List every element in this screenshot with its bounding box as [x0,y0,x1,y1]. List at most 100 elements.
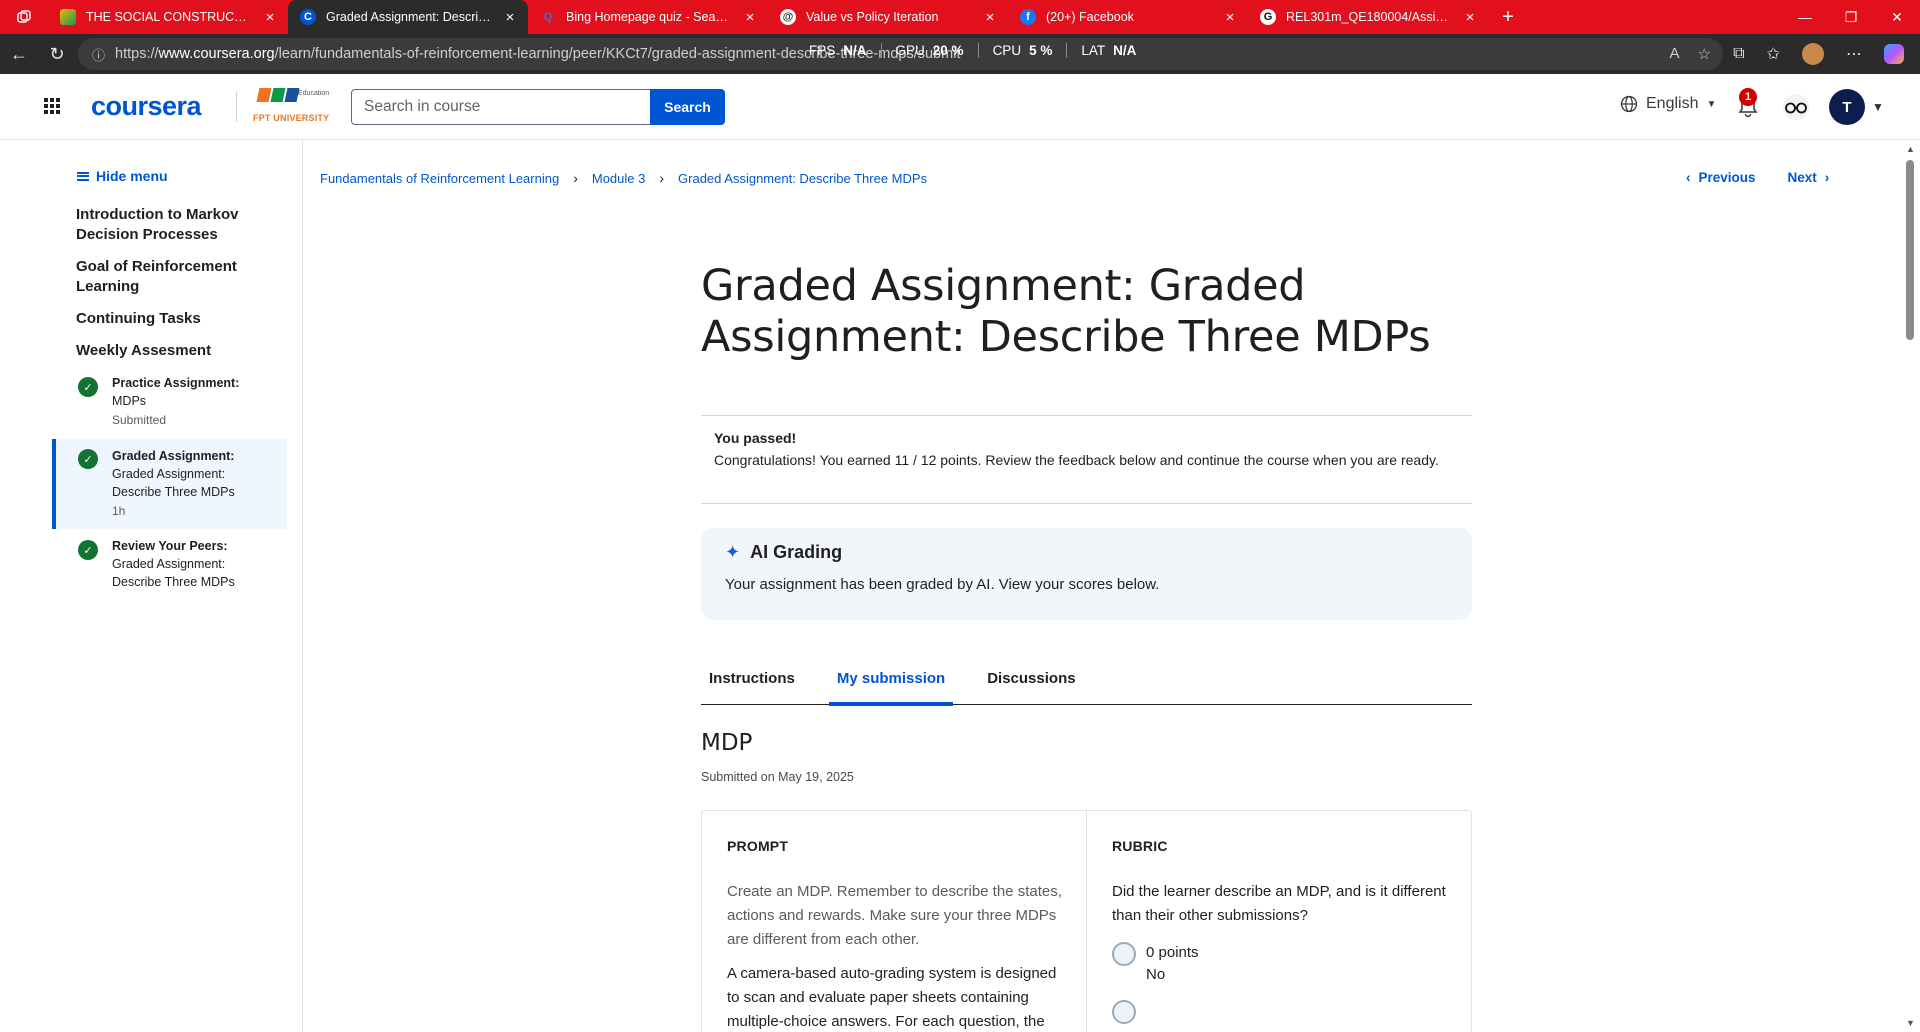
restore-icon[interactable]: ❐ [1828,0,1874,34]
language-selector[interactable]: English ▼ [1620,95,1716,113]
previous-button[interactable]: ‹ Previous [1686,170,1756,185]
coursera-logo[interactable]: coursera [91,91,202,122]
user-avatar[interactable]: T [1829,89,1865,125]
browser-tab-bar: THE SOCIAL CONSTRUCTIVE LEAR × C Graded … [0,0,1920,34]
back-icon[interactable]: ← [0,34,38,74]
breadcrumb-module[interactable]: Module 3 [592,171,645,186]
minimize-icon[interactable]: — [1782,0,1828,34]
assignment-tabs: Instructions My submission Discussions [701,652,1472,706]
search-button[interactable]: Search [650,89,725,125]
completed-check-icon: ✓ [78,540,98,560]
hide-menu-button[interactable]: Hide menu [77,168,168,184]
page-scrollbar[interactable]: ▲ ▼ [1902,140,1920,1032]
browser-right-actions: ⧉ ✩ ⋯ [1733,34,1904,74]
browser-tab[interactable]: G REL301m_QE180004/Assignment × [1248,0,1488,34]
site-header: coursera Education FPT UNIVERSITY Search… [0,74,1920,140]
extensions-icon[interactable]: ⧉ [1733,45,1744,63]
close-tab-icon[interactable]: × [982,9,998,26]
profile-avatar[interactable] [1802,43,1824,65]
browser-tab[interactable]: Q Bing Homepage quiz - Search × [528,0,768,34]
tab-title: REL301m_QE180004/Assignment [1286,10,1452,24]
close-tab-icon[interactable]: × [1462,9,1478,26]
language-label: English [1646,95,1699,112]
facebook-favicon-icon: f [1020,9,1036,25]
passed-heading: You passed! [714,430,797,446]
more-icon[interactable]: ⋯ [1846,44,1862,64]
tab-title: Bing Homepage quiz - Search [566,10,732,24]
read-aloud-icon[interactable]: A [1670,45,1680,63]
site-info-icon[interactable]: ⓘ [92,45,105,64]
sidebar-section-weekly-assesment[interactable]: Weekly Assesment [76,341,276,361]
accessibility-glasses-icon[interactable] [1781,93,1811,121]
scroll-down-icon[interactable]: ▼ [1906,1018,1915,1028]
gpu-readout: GPU 20 % [880,42,978,58]
close-tab-icon[interactable]: × [742,9,758,26]
submitted-date: Submitted on May 19, 2025 [701,770,854,784]
submission-title: MDP [701,730,753,756]
rubric-label: RUBRIC [1112,838,1168,854]
radio-button[interactable] [1112,942,1136,966]
close-window-icon[interactable]: ✕ [1874,0,1920,34]
tab-instructions[interactable]: Instructions [701,652,803,705]
globe-icon [1620,95,1638,113]
tab-my-submission[interactable]: My submission [828,652,954,706]
tab-title: Value vs Policy Iteration [806,10,939,24]
breadcrumb: Fundamentals of Reinforcement Learning ›… [320,170,927,186]
fps-readout: FPS N/A [809,42,867,58]
sidebar-section-intro-mdp[interactable]: Introduction to Markov Decision Processe… [76,205,276,245]
radio-button[interactable] [1112,1000,1136,1024]
breadcrumb-current[interactable]: Graded Assignment: Describe Three MDPs [678,171,927,186]
next-button[interactable]: Next › [1788,170,1830,185]
course-search-input[interactable]: Search in course [351,89,651,125]
tab-favicon-icon [60,9,76,25]
address-actions: A ☆ [1670,45,1711,63]
new-tab-button[interactable]: + [1488,0,1528,34]
sidebar-item-practice-mdps[interactable]: ✓ Practice Assignment: MDPs Submitted [52,374,287,442]
sidebar-item-review-peers[interactable]: ✓ Review Your Peers: Graded Assignment: … [52,537,287,597]
prompt-column: PROMPT Create an MDP. Remember to descri… [702,811,1086,1032]
ai-grading-card: ✦ AI Grading Your assignment has been gr… [701,528,1472,620]
breadcrumb-course[interactable]: Fundamentals of Reinforcement Learning [320,171,559,186]
sidebar-section-goal-rl[interactable]: Goal of Reinforcement Learning [76,257,276,297]
copilot-icon[interactable] [1884,44,1904,64]
close-tab-icon[interactable]: × [502,9,518,26]
coursera-favicon-icon: C [300,9,316,25]
window-controls: — ❐ ✕ [1782,0,1920,34]
browser-tab[interactable]: f (20+) Facebook × [1008,0,1248,34]
prompt-label: PROMPT [727,838,789,854]
rubric-option[interactable]: 0 points No [1112,942,1447,986]
openai-favicon-icon: @ [780,9,796,25]
prompt-rubric-card: PROMPT Create an MDP. Remember to descri… [701,810,1472,1032]
fpt-university-logo[interactable]: Education FPT UNIVERSITY [252,88,334,126]
favorites-icon[interactable]: ✩ [1767,44,1780,64]
scroll-up-icon[interactable]: ▲ [1906,144,1915,154]
page-title: Graded Assignment: Graded Assignment: De… [701,261,1431,362]
sparkle-icon: ✦ [725,542,741,562]
user-menu-chevron-icon[interactable]: ▼ [1872,100,1884,114]
rubric-column: RUBRIC Did the learner describe an MDP, … [1086,811,1471,1032]
favorite-star-icon[interactable]: ☆ [1698,45,1711,63]
browser-tab[interactable]: @ Value vs Policy Iteration × [768,0,1008,34]
sidebar-item-graded-assignment[interactable]: ✓ Graded Assignment: Graded Assignment: … [52,439,287,529]
scrollbar-thumb[interactable] [1906,160,1914,340]
cpu-readout: CPU 5 % [977,42,1067,58]
chevron-right-icon: › [659,170,665,186]
sidebar-section-continuing-tasks[interactable]: Continuing Tasks [76,309,276,329]
apps-grid-icon[interactable] [44,98,60,114]
rubric-option-next[interactable] [1112,1000,1447,1024]
tab-title: (20+) Facebook [1046,10,1134,24]
refresh-icon[interactable]: ↻ [38,34,76,74]
course-sidebar: Hide menu Introduction to Markov Decisio… [0,140,303,1032]
rubric-option-points: 0 points [1146,944,1199,961]
close-tab-icon[interactable]: × [262,9,278,26]
workspaces-icon[interactable] [0,0,48,34]
completed-check-icon: ✓ [78,377,98,397]
passed-banner: You passed! Congratulations! You earned … [701,415,1472,504]
close-tab-icon[interactable]: × [1222,9,1238,26]
bing-favicon-icon: Q [543,11,553,23]
browser-tab-active[interactable]: C Graded Assignment: Describe Thr × [288,0,528,34]
github-favicon-icon: G [1260,9,1276,25]
chevron-right-icon: › [1824,170,1830,185]
tab-discussions[interactable]: Discussions [979,652,1083,705]
browser-tab[interactable]: THE SOCIAL CONSTRUCTIVE LEAR × [48,0,288,34]
